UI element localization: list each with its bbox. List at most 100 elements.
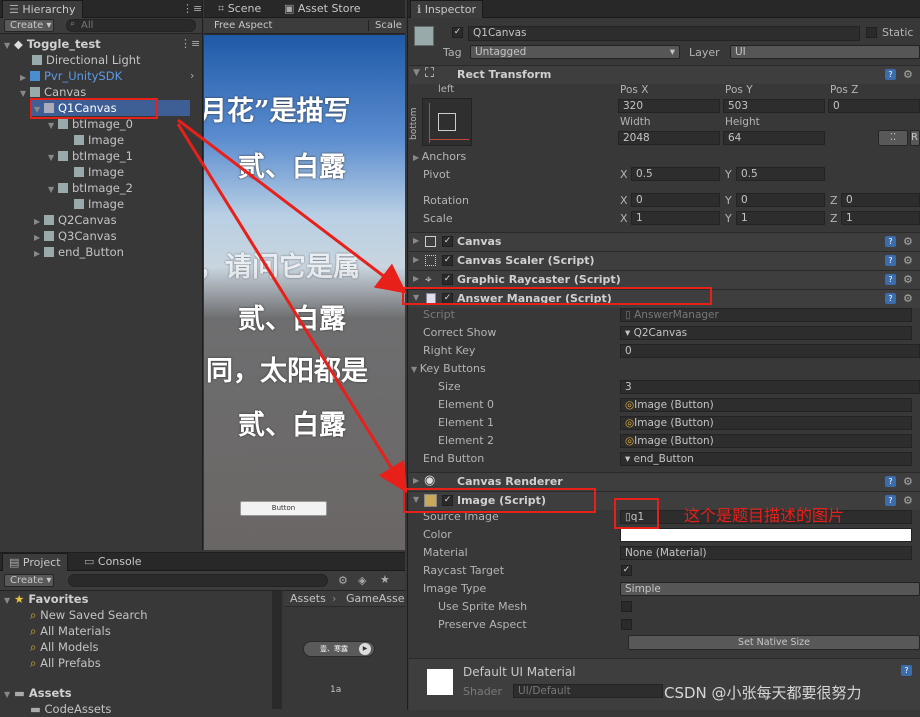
asset-thumbnail[interactable]: 壹、寒露 ▶ [303, 641, 375, 657]
end-button-field[interactable]: ▾ end_Button [620, 452, 912, 466]
enable-checkbox[interactable]: ✓ [442, 495, 453, 506]
tag-icon[interactable]: ◈ [358, 574, 366, 587]
favorites-header[interactable]: ▼ ★ Favorites [4, 591, 88, 607]
answer-manager-header[interactable]: ▼ ✓ Answer Manager (Script) ? ⚙ [409, 289, 920, 308]
settings-icon[interactable]: ⚙ [903, 475, 913, 488]
preserve-aspect-checkbox[interactable] [621, 619, 632, 630]
right-key-field[interactable]: 0 [620, 344, 920, 358]
rotation-y-field[interactable]: 0 [736, 193, 825, 207]
posz-field[interactable]: 0 [828, 99, 920, 113]
posy-field[interactable]: 503 [723, 99, 825, 113]
assets-header[interactable]: ▼ ▬ Assets [4, 685, 72, 701]
shader-dropdown[interactable]: UI/Default [513, 684, 663, 698]
hierarchy-item[interactable]: ▶ Pvr_UnitySDK [20, 68, 122, 84]
tab-scene[interactable]: ⌗ Scene [212, 0, 267, 18]
scale-z-field[interactable]: 1 [841, 211, 920, 225]
element2-field[interactable]: ◎Image (Button) [620, 434, 912, 448]
element1-field[interactable]: ◎Image (Button) [620, 416, 912, 430]
help-icon[interactable]: ? [885, 274, 896, 285]
active-checkbox[interactable]: ✓ [452, 27, 463, 38]
settings-icon[interactable]: ⚙ [903, 273, 913, 286]
key-buttons-foldout[interactable]: ▼ Key Buttons [411, 362, 486, 375]
graphic-raycaster-header[interactable]: ▶ ⌖ ✓ Graphic Raycaster (Script) ? ⚙ [409, 270, 920, 289]
canvas-renderer-header[interactable]: ▶ ◉ Canvas Renderer ? ⚙ [409, 472, 920, 491]
help-icon[interactable]: ? [885, 255, 896, 266]
settings-icon[interactable]: ⚙ [903, 68, 913, 81]
create-dropdown[interactable]: Create ▾ [4, 19, 54, 32]
pivot-x-field[interactable]: 0.5 [631, 167, 720, 181]
asset-folder[interactable]: ▬ CodeAssets [30, 701, 111, 717]
color-swatch[interactable] [620, 528, 912, 542]
anchors-foldout[interactable]: ▶ Anchors [413, 150, 466, 163]
tab-asset-store[interactable]: ▣ Asset Store [278, 0, 367, 18]
raycast-target-checkbox[interactable]: ✓ [621, 565, 632, 576]
tab-console[interactable]: ▭ Console [78, 553, 148, 571]
aspect-dropdown[interactable]: Free Aspect [214, 20, 272, 31]
hierarchy-search-input[interactable]: All [66, 19, 196, 32]
image-type-dropdown[interactable]: Simple [620, 582, 920, 596]
scale-y-field[interactable]: 1 [736, 211, 825, 225]
hierarchy-item[interactable]: ▼ btImage_2 [48, 180, 133, 196]
hierarchy-item-q1canvas[interactable]: ▼ Q1Canvas [34, 100, 117, 116]
tab-hierarchy[interactable]: ☰ Hierarchy [2, 0, 83, 18]
enable-checkbox[interactable]: ✓ [442, 274, 453, 285]
hierarchy-item[interactable]: Image [74, 164, 124, 180]
settings-icon[interactable]: ⚙ [903, 235, 913, 248]
scale-x-field[interactable]: 1 [631, 211, 720, 225]
scene-menu-icon[interactable]: ⋮≡ [180, 37, 200, 50]
breadcrumb-item[interactable]: GameAsse [346, 592, 405, 605]
tab-inspector[interactable]: ℹ Inspector [410, 0, 483, 18]
project-search-input[interactable] [68, 574, 328, 587]
rect-transform-header[interactable]: ▼ ⛶ Rect Transform ? ⚙ [409, 65, 920, 84]
canvas-scaler-header[interactable]: ▶ ✓ Canvas Scaler (Script) ? ⚙ [409, 251, 920, 270]
scene-root[interactable]: ▼ ◆ Toggle_test [4, 36, 101, 52]
tab-project[interactable]: ▤ Project [2, 553, 68, 571]
favorite-item[interactable]: ⌕ All Models [30, 639, 99, 655]
width-field[interactable]: 2048 [618, 131, 720, 145]
anchor-presets-button[interactable] [422, 98, 472, 146]
layer-dropdown[interactable]: UI [730, 45, 920, 59]
hierarchy-item[interactable]: Image [74, 196, 124, 212]
element0-field[interactable]: ◎Image (Button) [620, 398, 912, 412]
static-checkbox[interactable] [866, 27, 877, 38]
posx-field[interactable]: 320 [618, 99, 720, 113]
hierarchy-item[interactable]: Directional Light [32, 52, 141, 68]
favorite-item[interactable]: ⌕ All Materials [30, 623, 111, 639]
star-icon[interactable]: ★ [380, 573, 390, 586]
scrollbar[interactable] [272, 591, 282, 709]
material-field[interactable]: None (Material) [620, 546, 912, 560]
game-button[interactable]: Button [240, 501, 327, 516]
favorite-item[interactable]: ⌕ New Saved Search [30, 607, 148, 623]
rotation-z-field[interactable]: 0 [841, 193, 920, 207]
help-icon[interactable]: ? [885, 236, 896, 247]
filter-type-icon[interactable]: ⚙ [338, 574, 348, 587]
settings-icon[interactable]: ⚙ [903, 254, 913, 267]
help-icon[interactable]: ? [885, 495, 896, 506]
hierarchy-item[interactable]: ▶ end_Button [34, 244, 124, 260]
help-icon[interactable]: ? [885, 69, 896, 80]
asset-name[interactable]: 1a [330, 685, 341, 695]
breadcrumb-item[interactable]: Assets [290, 592, 326, 605]
rotation-x-field[interactable]: 0 [631, 193, 720, 207]
blueprint-button[interactable]: ⁚⁚ [878, 130, 908, 146]
hierarchy-item[interactable]: ▶ Q2Canvas [34, 212, 117, 228]
chevron-right-icon[interactable]: › [190, 69, 194, 82]
use-sprite-mesh-checkbox[interactable] [621, 601, 632, 612]
set-native-size-button[interactable]: Set Native Size [628, 635, 920, 650]
hierarchy-item[interactable]: ▼ Canvas [20, 84, 86, 100]
pivot-y-field[interactable]: 0.5 [736, 167, 825, 181]
panel-menu-icon[interactable]: ⋮≡ [182, 2, 202, 15]
raw-edit-button[interactable]: R [910, 130, 920, 146]
tag-dropdown[interactable]: Untagged ▾ [470, 45, 680, 59]
settings-icon[interactable]: ⚙ [903, 494, 913, 507]
hierarchy-item[interactable]: Image [74, 132, 124, 148]
correct-show-field[interactable]: ▾ Q2Canvas [620, 326, 912, 340]
help-icon[interactable]: ? [885, 293, 896, 304]
canvas-component-header[interactable]: ▶ ✓ Canvas ? ⚙ [409, 232, 920, 251]
create-dropdown[interactable]: Create ▾ [4, 574, 54, 587]
game-view[interactable]: 月花”是描写 贰、白露 ，请问它是属 贰、白露 同，太阳都是 贰、白露 Butt… [204, 35, 405, 550]
hierarchy-item[interactable]: ▶ Q3Canvas [34, 228, 117, 244]
favorite-item[interactable]: ⌕ All Prefabs [30, 655, 101, 671]
settings-icon[interactable]: ⚙ [903, 292, 913, 305]
height-field[interactable]: 64 [723, 131, 825, 145]
